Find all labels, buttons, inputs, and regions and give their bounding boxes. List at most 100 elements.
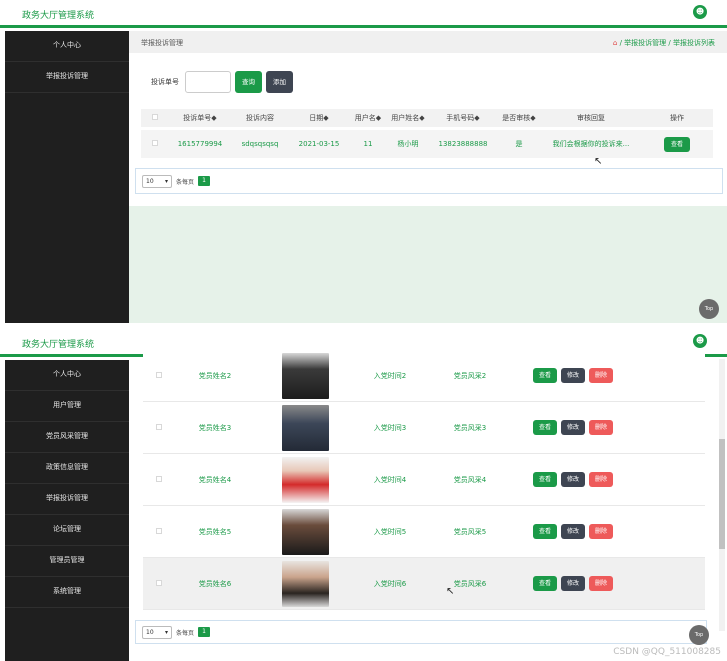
watermark: CSDN @QQ_511008285 xyxy=(613,647,721,657)
row-checkbox[interactable] xyxy=(143,423,175,432)
main-content: 党员姓名2 入党时间2 党员风采2 查看 修改 删除 党员姓名3 入党时间3 党… xyxy=(129,350,727,661)
col-header: 投诉内容 xyxy=(246,114,274,122)
breadcrumb-path: ⌂ / 举报投诉管理 / 举报投诉列表 xyxy=(613,38,715,48)
pagination: 10 ▾ 条每页 1 xyxy=(135,620,707,644)
member-photo xyxy=(281,352,329,399)
edit-button[interactable]: 修改 xyxy=(561,524,586,539)
user-icon[interactable]: ☻ xyxy=(693,334,707,348)
table-header: 投诉单号◆ 投诉内容 日期◆ 用户名◆ 用户姓名◆ 手机号码◆ 是否审核◆ 审核… xyxy=(141,109,713,127)
cell-actions: 查看 修改 删除 xyxy=(515,524,705,539)
page-size-select[interactable]: 10 ▾ xyxy=(142,625,172,639)
col-header[interactable]: 投诉单号◆ xyxy=(169,113,231,123)
cell-join-time: 入党时间4 xyxy=(373,475,407,484)
row-checkbox[interactable] xyxy=(143,579,175,588)
page-number[interactable]: 1 xyxy=(198,176,211,186)
sidebar-item-profile[interactable]: 个人中心 xyxy=(5,360,129,391)
view-button[interactable]: 查看 xyxy=(533,576,558,591)
sidebar-item-forum[interactable]: 论坛管理 xyxy=(5,515,129,546)
page-size-value: 10 xyxy=(146,177,154,185)
cell-content: sdqsqsqsq xyxy=(241,140,279,148)
user-icon[interactable]: ☻ xyxy=(693,5,707,19)
back-to-top-button[interactable]: Top xyxy=(699,299,719,319)
sidebar-item-users[interactable]: 用户管理 xyxy=(5,391,129,422)
cell-audit: 是 xyxy=(515,140,523,148)
delete-button[interactable]: 删除 xyxy=(589,472,614,487)
app-title: 政务大厅管理系统 xyxy=(22,340,95,350)
sidebar-item-complaints[interactable]: 举报投诉管理 xyxy=(5,484,129,515)
select-all-checkbox[interactable] xyxy=(141,114,169,122)
view-button[interactable]: 查看 xyxy=(533,368,558,383)
table-row: 党员姓名2 入党时间2 党员风采2 查看 修改 删除 xyxy=(143,350,705,402)
cell-phone: 13823888888 xyxy=(438,140,488,148)
cell-photo xyxy=(255,560,355,607)
home-icon[interactable]: ⌂ xyxy=(613,39,617,47)
sidebar-item-complaints[interactable]: 举报投诉管理 xyxy=(5,62,129,93)
edit-button[interactable]: 修改 xyxy=(561,420,586,435)
view-button[interactable]: 查看 xyxy=(533,420,558,435)
delete-button[interactable]: 删除 xyxy=(589,524,614,539)
member-photo xyxy=(281,404,329,451)
edit-button[interactable]: 修改 xyxy=(561,576,586,591)
main-content: 举报投诉管理 ⌂ / 举报投诉管理 / 举报投诉列表 投诉单号 查询 添加 投诉… xyxy=(129,31,727,323)
edit-button[interactable]: 修改 xyxy=(561,472,586,487)
page-size-value: 10 xyxy=(146,628,154,636)
cell-complaint-no: 1615779994 xyxy=(177,140,223,148)
complaint-no-input[interactable] xyxy=(185,71,231,93)
add-button[interactable]: 添加 xyxy=(266,71,293,93)
table-row: 党员姓名6 入党时间6 党员风采6 查看 修改 删除 xyxy=(143,558,705,610)
cell-join-time: 入党时间2 xyxy=(373,371,407,380)
row-checkbox[interactable] xyxy=(141,140,169,148)
row-checkbox[interactable] xyxy=(143,475,175,484)
cell-photo xyxy=(255,508,355,555)
cell-actions: 查看 修改 删除 xyxy=(515,368,705,383)
col-header[interactable]: 用户名◆ xyxy=(349,113,387,123)
cell-reply: 我们会根据你的投诉来... xyxy=(552,140,630,148)
page-size-label: 条每页 xyxy=(176,629,195,637)
delete-button[interactable]: 删除 xyxy=(589,576,614,591)
view-button[interactable]: 查看 xyxy=(533,524,558,539)
col-header: 审核回复 xyxy=(577,114,605,122)
cell-style: 党员风采4 xyxy=(453,475,487,484)
sidebar: 个人中心 举报投诉管理 xyxy=(5,31,129,323)
sidebar-item-system[interactable]: 系统管理 xyxy=(5,577,129,608)
scrollbar[interactable] xyxy=(719,359,725,631)
view-button[interactable]: 查看 xyxy=(663,136,690,152)
view-button[interactable]: 查看 xyxy=(533,472,558,487)
cell-member-name: 党员姓名3 xyxy=(198,423,232,432)
col-header[interactable]: 用户姓名◆ xyxy=(387,113,429,123)
mouse-cursor-icon: ↖ xyxy=(446,586,455,597)
cell-member-name: 党员姓名6 xyxy=(198,579,232,588)
member-photo xyxy=(281,560,329,607)
sidebar: 个人中心 用户管理 党员风采管理 政策信息管理 举报投诉管理 论坛管理 管理员管… xyxy=(5,360,129,661)
delete-button[interactable]: 删除 xyxy=(589,368,614,383)
sidebar-item-admins[interactable]: 管理员管理 xyxy=(5,546,129,577)
back-to-top-button[interactable]: Top xyxy=(689,625,709,645)
row-checkbox[interactable] xyxy=(143,527,175,536)
section-title: 举报投诉管理 xyxy=(141,39,183,47)
party-member-table: 党员姓名2 入党时间2 党员风采2 查看 修改 删除 党员姓名3 入党时间3 党… xyxy=(143,350,705,610)
edit-button[interactable]: 修改 xyxy=(561,368,586,383)
col-header[interactable]: 手机号码◆ xyxy=(429,113,497,123)
sidebar-item-profile[interactable]: 个人中心 xyxy=(5,31,129,62)
scrollbar-thumb[interactable] xyxy=(719,439,725,549)
search-button[interactable]: 查询 xyxy=(235,71,262,93)
pagination: 10 ▾ 条每页 1 xyxy=(135,168,723,194)
cell-photo xyxy=(255,456,355,503)
cell-join-time: 入党时间5 xyxy=(373,527,407,536)
page-number[interactable]: 1 xyxy=(198,627,211,637)
cell-actions: 查看 修改 删除 xyxy=(515,420,705,435)
screen-party-member-list: 政务大厅管理系统 ☻ 个人中心 用户管理 党员风采管理 政策信息管理 举报投诉管… xyxy=(0,329,727,661)
table-row: 党员姓名5 入党时间5 党员风采5 查看 修改 删除 xyxy=(143,506,705,558)
table-row: 1615779994 sdqsqsqsq 2021-03-15 11 杨小明 1… xyxy=(141,130,713,158)
col-header[interactable]: 日期◆ xyxy=(289,113,349,123)
complaint-table: 投诉单号◆ 投诉内容 日期◆ 用户名◆ 用户姓名◆ 手机号码◆ 是否审核◆ 审核… xyxy=(141,109,713,158)
delete-button[interactable]: 删除 xyxy=(589,420,614,435)
cell-style: 党员风采2 xyxy=(453,371,487,380)
sidebar-item-policy[interactable]: 政策信息管理 xyxy=(5,453,129,484)
cell-member-name: 党员姓名5 xyxy=(198,527,232,536)
col-header[interactable]: 是否审核◆ xyxy=(497,113,541,123)
sidebar-item-party-style[interactable]: 党员风采管理 xyxy=(5,422,129,453)
row-checkbox[interactable] xyxy=(143,371,175,380)
breadcrumb-text[interactable]: / 举报投诉管理 / 举报投诉列表 xyxy=(620,39,715,47)
page-size-select[interactable]: 10 ▾ xyxy=(142,174,172,188)
